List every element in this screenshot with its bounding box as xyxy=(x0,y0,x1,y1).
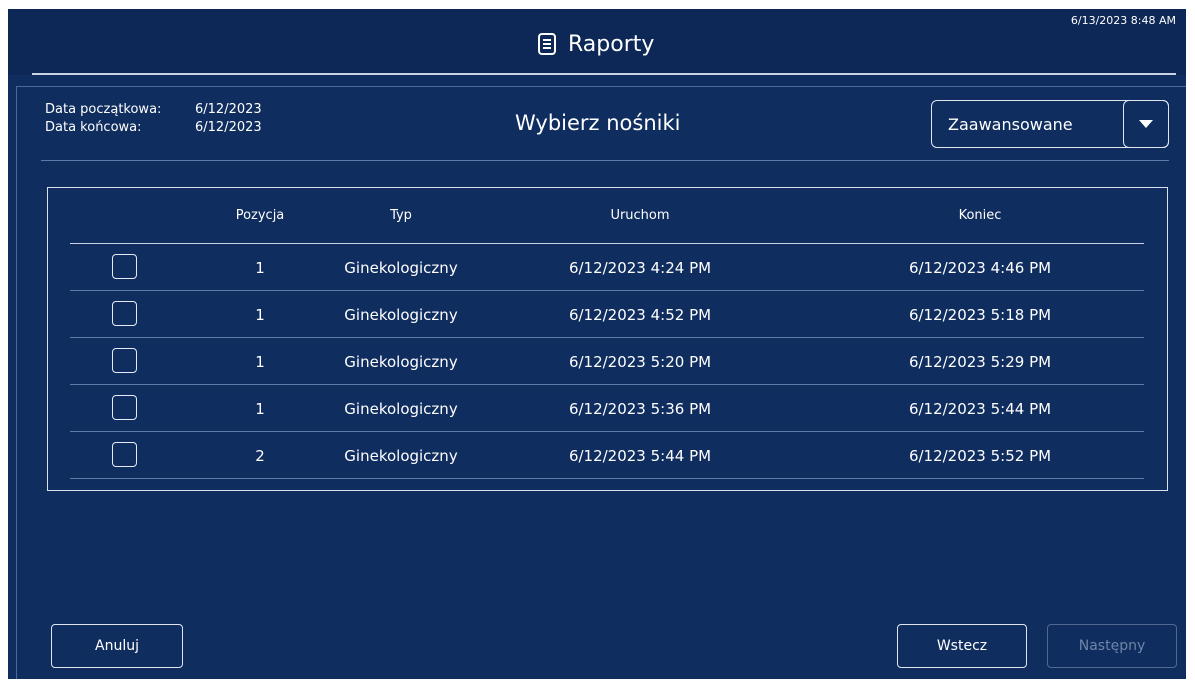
cell-type: Ginekologiczny xyxy=(344,306,458,324)
filter-dropdown-value: Zaawansowane xyxy=(948,114,1073,134)
cancel-button[interactable]: Anuluj xyxy=(51,624,183,668)
start-date-value: 6/12/2023 xyxy=(195,102,262,117)
filter-dropdown[interactable]: Zaawansowane xyxy=(931,100,1169,148)
next-button[interactable]: Następny xyxy=(1047,624,1177,668)
column-header-end: Koniec xyxy=(958,208,1002,223)
cell-start: 6/12/2023 5:20 PM xyxy=(568,353,712,371)
table-row[interactable]: 1 Ginekologiczny 6/12/2023 5:20 PM 6/12/… xyxy=(70,338,1144,385)
row-checkbox[interactable] xyxy=(112,348,137,373)
table-row[interactable]: 1 Ginekologiczny 6/12/2023 5:36 PM 6/12/… xyxy=(70,385,1144,432)
column-header-start: Uruchom xyxy=(610,208,670,223)
main-panel: Data początkowa: 6/12/2023 Data końcowa:… xyxy=(16,86,1186,679)
cell-start: 6/12/2023 5:44 PM xyxy=(568,447,712,465)
table-header: Pozycja Typ Uruchom Koniec xyxy=(70,188,1144,244)
media-table: Pozycja Typ Uruchom Koniec 1 Ginekologic… xyxy=(47,187,1168,491)
dropdown-toggle-button[interactable] xyxy=(1123,100,1169,148)
cell-start: 6/12/2023 4:24 PM xyxy=(568,259,712,277)
cell-type: Ginekologiczny xyxy=(344,400,458,418)
header-divider xyxy=(32,73,1176,75)
cell-end: 6/12/2023 5:52 PM xyxy=(908,447,1052,465)
cell-type: Ginekologiczny xyxy=(344,259,458,277)
clock-datetime: 6/13/2023 8:48 AM xyxy=(1070,14,1176,27)
cell-type: Ginekologiczny xyxy=(344,447,458,465)
cell-position: 2 xyxy=(255,447,265,465)
cell-end: 6/12/2023 5:44 PM xyxy=(908,400,1052,418)
select-media-heading: Wybierz nośniki xyxy=(515,111,681,135)
row-checkbox[interactable] xyxy=(112,395,137,420)
table-row[interactable]: 2 Ginekologiczny 6/12/2023 5:44 PM 6/12/… xyxy=(70,432,1144,479)
cell-end: 6/12/2023 5:18 PM xyxy=(908,306,1052,324)
end-date-row: Data końcowa: 6/12/2023 xyxy=(45,119,262,137)
end-date-value: 6/12/2023 xyxy=(195,120,262,135)
start-date-label: Data początkowa: xyxy=(45,102,162,117)
cell-end: 6/12/2023 5:29 PM xyxy=(908,353,1052,371)
header-title-group: Raporty xyxy=(538,29,654,59)
cell-start: 6/12/2023 5:36 PM xyxy=(568,400,712,418)
document-icon xyxy=(538,33,556,55)
page-title: Raporty xyxy=(568,31,655,57)
row-checkbox[interactable] xyxy=(112,442,137,467)
cell-start: 6/12/2023 4:52 PM xyxy=(568,306,712,324)
header-bar: Raporty 6/13/2023 8:48 AM xyxy=(8,9,1186,75)
back-button[interactable]: Wstecz xyxy=(897,624,1027,668)
cell-position: 1 xyxy=(255,400,265,418)
caret-down-icon xyxy=(1139,120,1153,128)
reports-screen: Raporty 6/13/2023 8:48 AM Data początkow… xyxy=(8,9,1186,679)
table-row[interactable]: 1 Ginekologiczny 6/12/2023 4:24 PM 6/12/… xyxy=(70,244,1144,291)
cell-type: Ginekologiczny xyxy=(344,353,458,371)
start-date-row: Data początkowa: 6/12/2023 xyxy=(45,101,262,119)
column-header-position: Pozycja xyxy=(235,208,285,223)
row-checkbox[interactable] xyxy=(112,254,137,279)
cell-position: 1 xyxy=(255,306,265,324)
column-header-type: Typ xyxy=(390,208,412,223)
cell-position: 1 xyxy=(255,353,265,371)
row-checkbox[interactable] xyxy=(112,301,137,326)
panel-divider xyxy=(41,160,1169,161)
date-range: Data początkowa: 6/12/2023 Data końcowa:… xyxy=(45,101,262,137)
cell-position: 1 xyxy=(255,259,265,277)
cell-end: 6/12/2023 4:46 PM xyxy=(908,259,1052,277)
table-row[interactable]: 1 Ginekologiczny 6/12/2023 4:52 PM 6/12/… xyxy=(70,291,1144,338)
end-date-label: Data końcowa: xyxy=(45,120,142,135)
